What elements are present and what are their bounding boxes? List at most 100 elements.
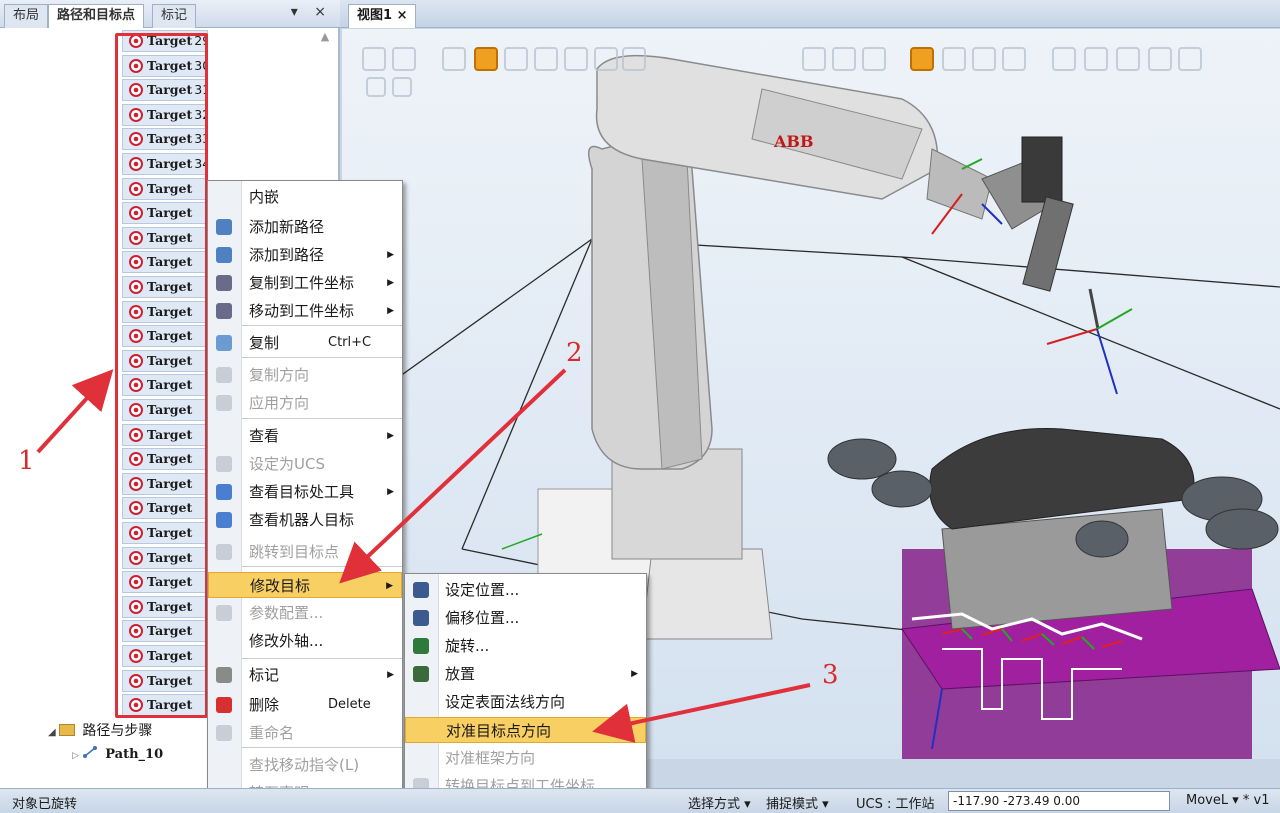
menu-item[interactable]: 查找移动指令(L) — [208, 752, 402, 778]
config-icon — [216, 605, 232, 621]
select-curve-icon[interactable] — [442, 47, 466, 71]
menu-item[interactable]: 添加到路径 ▶ — [208, 242, 402, 268]
tab-layout[interactable]: 布局 — [4, 4, 49, 28]
tree-path-label: Path_10 — [105, 747, 164, 762]
move-instruction-dropdown[interactable]: MoveL ▾ * v1 — [1186, 793, 1270, 808]
menu-item-label: 查找移动指令(L) — [249, 756, 360, 774]
folder-icon — [58, 724, 75, 736]
tab-view1[interactable]: 视图1 × — [348, 4, 417, 28]
stop-icon[interactable] — [392, 77, 412, 97]
menu-separator — [242, 566, 402, 567]
zoom-icon[interactable] — [392, 47, 416, 71]
snap-edge-icon[interactable] — [832, 47, 856, 71]
menu-item[interactable]: 内嵌 — [208, 184, 402, 210]
panel-controls[interactable]: ▾ × — [291, 4, 332, 20]
select-part-icon[interactable] — [474, 47, 498, 71]
menu-item[interactable]: 旋转... — [405, 633, 646, 659]
snap-grid-icon[interactable] — [622, 47, 646, 71]
menu-item-label: 查看 — [249, 427, 280, 445]
menu-item[interactable]: 复制到工件坐标 ▶ — [208, 270, 402, 296]
measure-line-icon[interactable] — [1052, 47, 1076, 71]
snap-midpoint-icon[interactable] — [942, 47, 966, 71]
place-icon — [413, 666, 429, 682]
move-to-wobj-icon — [216, 303, 232, 319]
copy-orientation-icon — [216, 367, 232, 383]
scroll-up-icon[interactable]: ▲ — [318, 30, 332, 70]
measure-diameter-icon[interactable] — [1116, 47, 1140, 71]
snap-mode-dropdown[interactable]: 捕捉模式 ▾ — [766, 793, 829, 812]
set-position-icon — [413, 582, 429, 598]
snap-object-icon[interactable] — [594, 47, 618, 71]
jump-icon — [216, 544, 232, 560]
menu-item[interactable]: 复制方向 — [208, 362, 402, 388]
menu-item[interactable]: 应用方向 — [208, 390, 402, 416]
modify-target-submenu: 设定位置... 偏移位置... 旋转... 放置 ▶ 设定表面法线方向 对准目标点方向对准框… — [404, 573, 647, 803]
snap-end-icon[interactable] — [862, 47, 886, 71]
select-frame-icon[interactable] — [564, 47, 588, 71]
menu-item[interactable]: 放置 ▶ — [405, 661, 646, 687]
select-group-icon[interactable] — [504, 47, 528, 71]
snap-local-icon[interactable] — [972, 47, 996, 71]
target-context-menu: 内嵌 添加新路径 添加到路径 ▶ 复制到工件坐标 ▶ 移动到工件坐标 ▶ 复制 Ctrl+C 复制方… — [207, 180, 403, 810]
collapse-triangle-icon[interactable]: ◢ — [48, 727, 59, 738]
menu-item-label: 内嵌 — [249, 188, 280, 206]
menu-item-label: 复制到工件坐标 — [249, 274, 355, 292]
menu-item[interactable]: 修改目标 ▶ — [208, 572, 402, 598]
measure-shortest-icon[interactable] — [1178, 47, 1202, 71]
menu-item[interactable]: 对准框架方向 — [405, 745, 646, 771]
menu-item[interactable]: 修改外轴... — [208, 628, 402, 654]
menu-item[interactable]: 设定位置... — [405, 577, 646, 603]
robotstudio-window: { "left_panel": { "tabs": ["布局", "路径和目标点… — [0, 0, 1280, 813]
ucs-icon — [216, 456, 232, 472]
annotation-number-2: 2 — [566, 338, 583, 368]
snap-pose-icon[interactable] — [910, 47, 934, 71]
measure-distance-icon[interactable] — [1148, 47, 1172, 71]
menu-item-label: 参数配置... — [249, 604, 324, 622]
menu-item[interactable]: 查看机器人目标 — [208, 507, 402, 533]
menu-item[interactable]: 跳转到目标点 — [208, 539, 402, 565]
menu-item[interactable]: 设定为UCS — [208, 451, 402, 477]
copy-icon — [216, 335, 232, 351]
menu-item[interactable]: 重命名 — [208, 720, 402, 746]
select-target-icon[interactable] — [534, 47, 558, 71]
play-icon[interactable] — [366, 77, 386, 97]
menu-item[interactable]: 添加新路径 — [208, 214, 402, 240]
menu-item[interactable]: 删除 Delete — [208, 692, 402, 718]
add-to-path-icon — [216, 247, 232, 263]
menu-item[interactable]: 移动到工件坐标 ▶ — [208, 298, 402, 324]
menu-item[interactable]: 复制 Ctrl+C — [208, 330, 402, 356]
menu-item-label: 复制 — [249, 334, 280, 352]
menu-item[interactable]: 标记 ▶ — [208, 662, 402, 688]
workpiece — [827, 428, 1280, 759]
coordinate-field[interactable]: -117.90 -273.49 0.00 — [948, 791, 1170, 811]
menu-item-label: 设定位置... — [445, 581, 520, 599]
menu-item[interactable]: 偏移位置... — [405, 605, 646, 631]
menu-item-label: 查看目标处工具 — [249, 483, 355, 501]
menu-item-label: 重命名 — [249, 724, 295, 742]
offset-position-icon — [413, 610, 429, 626]
ucs-indicator[interactable]: UCS : 工作站 — [856, 793, 935, 812]
submenu-arrow-icon: ▶ — [386, 581, 393, 591]
menu-shortcut: Ctrl+C — [328, 335, 372, 350]
menu-item-label: 旋转... — [445, 637, 490, 655]
tree-node-path10[interactable]: ▷ Path_10 — [72, 746, 163, 762]
menu-item[interactable]: 参数配置... — [208, 600, 402, 626]
tree-node-paths[interactable]: ◢ 路径与步骤 — [48, 720, 152, 740]
snap-axis-icon[interactable] — [1002, 47, 1026, 71]
menu-item[interactable]: 查看目标处工具 ▶ — [208, 479, 402, 505]
submenu-arrow-icon: ▶ — [387, 431, 394, 441]
tab-paths-targets[interactable]: 路径和目标点 — [48, 4, 145, 28]
view-all-icon[interactable] — [362, 47, 386, 71]
annotation-number-1: 1 — [18, 446, 35, 476]
menu-item[interactable]: 查看 ▶ — [208, 423, 402, 449]
menu-item[interactable]: 设定表面法线方向 — [405, 689, 646, 715]
snap-center-icon[interactable] — [802, 47, 826, 71]
expand-triangle-icon[interactable]: ▷ — [72, 751, 82, 761]
tab-tags[interactable]: 标记 — [152, 4, 197, 28]
menu-item[interactable]: 对准目标点方向 — [405, 717, 646, 743]
measure-angle-icon[interactable] — [1084, 47, 1108, 71]
menu-separator — [242, 325, 402, 326]
menu-item-label: 放置 — [445, 665, 476, 683]
menu-item-label: 对准框架方向 — [445, 749, 536, 767]
select-mode-dropdown[interactable]: 选择方式 ▾ — [688, 793, 751, 812]
